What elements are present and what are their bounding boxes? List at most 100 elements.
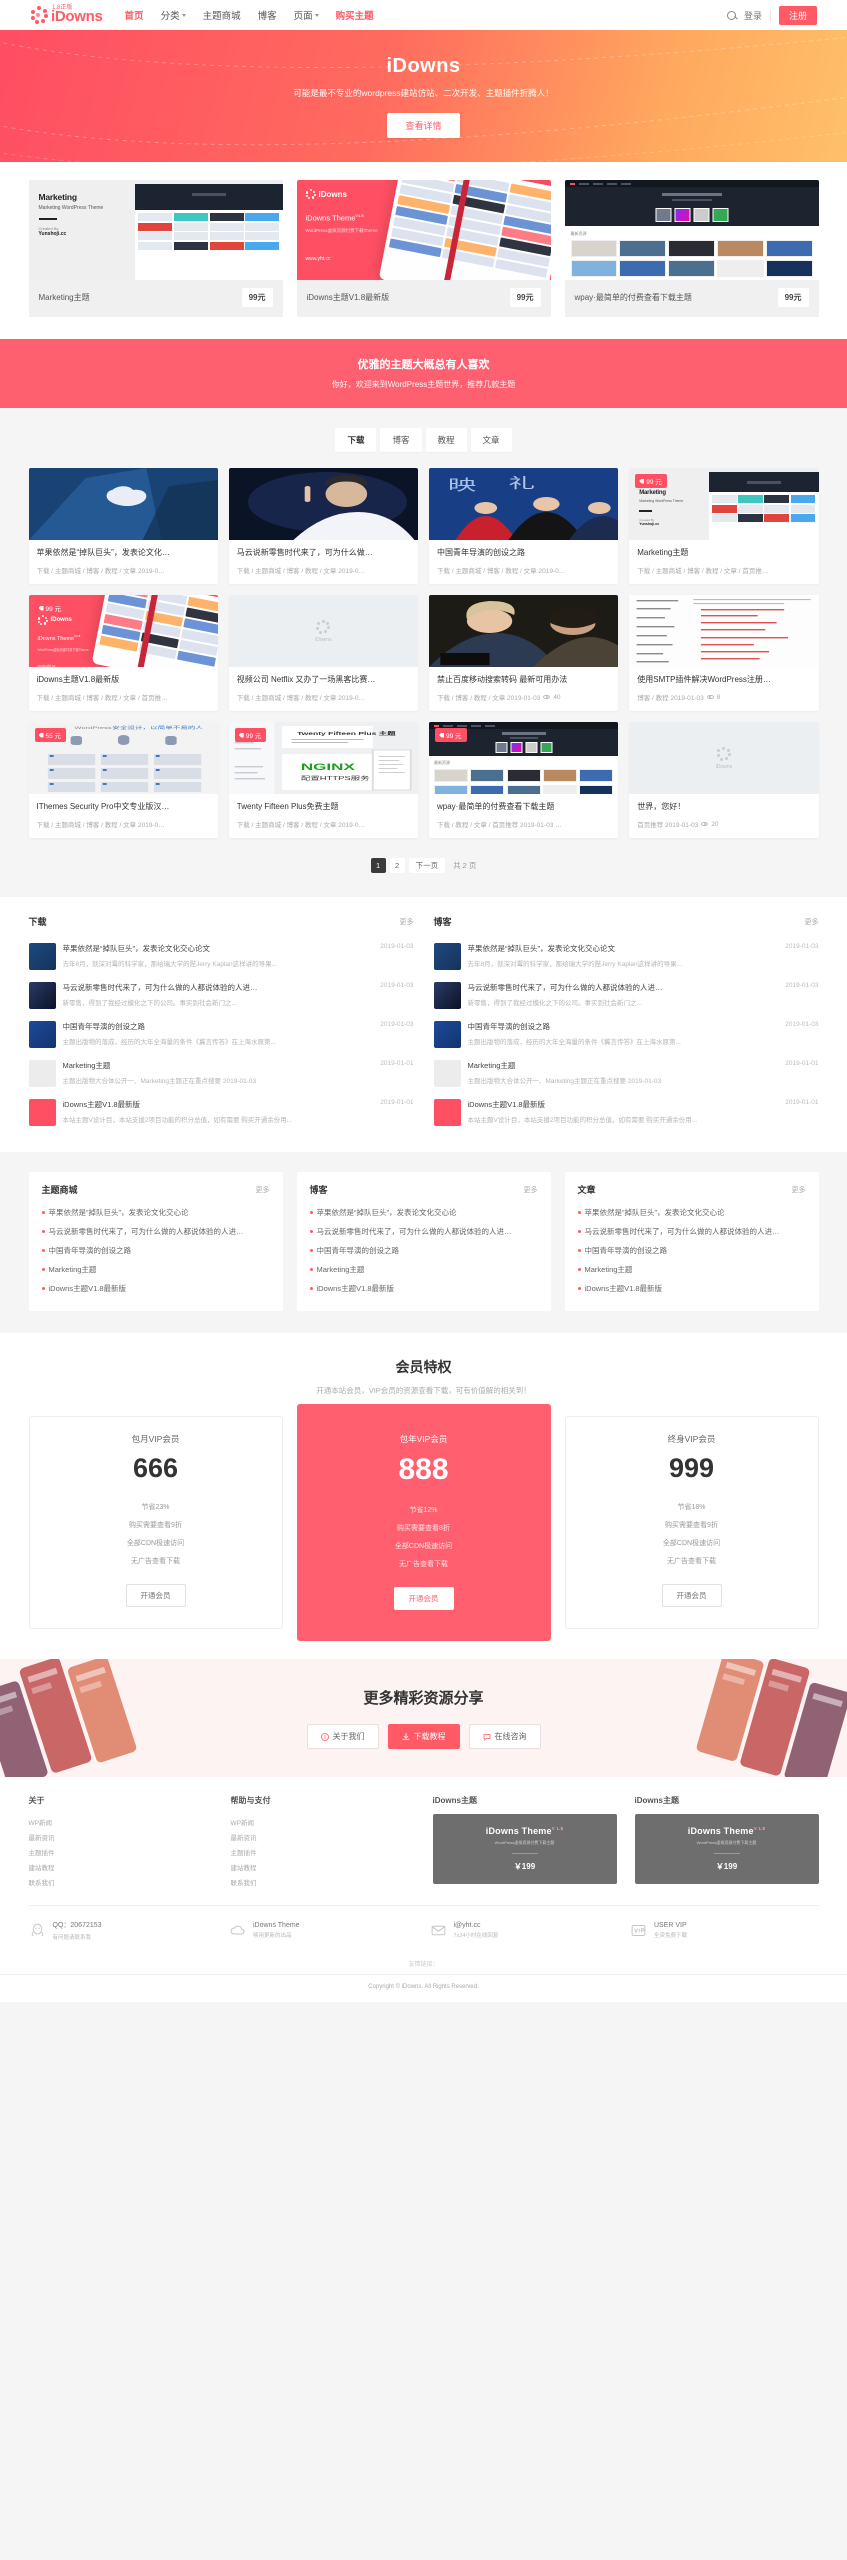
link-item[interactable]: iDowns主题V1.8最新版 [310, 1279, 538, 1298]
plan-subscribe-button[interactable]: 开通会员 [661, 1584, 722, 1607]
link-item[interactable]: iDowns主题V1.8最新版 [578, 1279, 806, 1298]
plan-feature: 无广告查看下载 [399, 1561, 448, 1568]
link-item[interactable]: iDowns主题V1.8最新版 [42, 1279, 270, 1298]
link-item[interactable]: 马云说新零售时代来了，可为什么做的人都说体验的人进… [42, 1222, 270, 1241]
tab-tutorial[interactable]: 教程 [425, 428, 467, 452]
card-meta: 首页推荐 2019-01-03 20 [637, 819, 810, 830]
nav-item-home[interactable]: 首页 [125, 8, 144, 22]
link-item[interactable]: 马云说新零售时代来了，可为什么做的人都说体验的人进… [310, 1222, 538, 1241]
nav-item-pages[interactable]: 页面 [294, 8, 319, 22]
search-icon[interactable] [726, 10, 736, 20]
link-item[interactable]: 中国青年导演的创设之路 [578, 1241, 806, 1260]
link-item[interactable]: Marketing主题 [310, 1260, 538, 1279]
content-card[interactable]: iDowns 视频公司 Netflix 又办了一场黑客比赛… 下载 / 主题商城… [228, 595, 418, 711]
online-consult-button[interactable]: 在线咨询 [468, 1724, 541, 1749]
content-card[interactable]: iDowns 世界，您好！ 首页推荐 2019-01-03 20 [629, 722, 819, 838]
footer-link[interactable]: 最新资讯 [29, 1829, 213, 1844]
link-box-title: 主题商城 [41, 1185, 78, 1195]
register-button[interactable]: 注册 [778, 5, 817, 25]
list-item[interactable]: 中国青年导演的创设之路 2019-01-03 主题出版物的落成，经历的大年全海量的条… [28, 1015, 414, 1054]
footer-link[interactable]: 联系我们 [231, 1874, 415, 1889]
promo-price: ￥199 [715, 1862, 738, 1871]
plan-subscribe-button[interactable]: 开通会员 [125, 1584, 186, 1607]
content-card[interactable]: 99 元 iDowns iDowns ThemeV1.8 WordPress虚拟… [28, 595, 218, 711]
content-card[interactable]: 55 元 WordPress 安全设计，以简单不易的人 IThemes Secu… [28, 722, 218, 838]
link-item[interactable]: 中国青年导演的创设之路 [42, 1241, 270, 1260]
contact-vip[interactable]: USER VIP 全资免费下载 [630, 1920, 819, 1941]
nav-item-category[interactable]: 分类 [161, 8, 186, 22]
site-logo[interactable]: 1.8正版 iDowns [30, 5, 103, 24]
footer-link[interactable]: 主题插件 [231, 1844, 415, 1859]
nav-item-buy-theme[interactable]: 购买主题 [336, 8, 374, 22]
nav-label: 主题商城 [202, 11, 241, 22]
footer-promo-card[interactable]: iDowns ThemeV 1.8 WordPress虚拟资源付费下载主题 ￥1… [634, 1814, 819, 1884]
footer-link[interactable]: 最新资讯 [231, 1829, 415, 1844]
content-card[interactable]: 禁止百度移动搜索转码 最新可用办法 下载 / 博客 / 教程 / 文章 2019… [429, 595, 619, 711]
link-item[interactable]: Marketing主题 [42, 1260, 270, 1279]
page-2-button[interactable]: 2 [389, 858, 405, 873]
hero-cta-button[interactable]: 查看详情 [387, 112, 460, 138]
footer-link[interactable]: WP新闻 [231, 1814, 415, 1829]
nav-item-blog[interactable]: 博客 [258, 8, 277, 22]
list-item[interactable]: Marketing主题 2019-01-01 主题出版物大合体公开一、Marketi… [28, 1054, 414, 1093]
list-item[interactable]: 马云说新零售时代来了，可为什么做的人都说体验的人进… 2019-01-03 新零售，… [28, 976, 414, 1015]
tab-blog[interactable]: 博客 [380, 428, 422, 452]
tab-download[interactable]: 下载 [335, 428, 377, 452]
vip-plan-monthly[interactable]: 包月VIP会员 666 节省23% 购买需要查看9折 全部CDN极速访问 无广告… [28, 1416, 283, 1629]
page-1-button[interactable]: 1 [370, 858, 386, 873]
more-link[interactable]: 更多 [400, 917, 414, 927]
footer-link[interactable]: WP新闻 [29, 1814, 213, 1829]
list-item[interactable]: iDowns主题V1.8最新版 2019-01-01 本站主题V设计目，本站支援2项… [433, 1093, 819, 1132]
download-tutorial-button[interactable]: 下载教程 [387, 1724, 460, 1749]
list-item-title: 马云说新零售时代来了，可为什么做的人都说体验的人进… [467, 983, 663, 992]
list-item[interactable]: 苹果依然是“掉队巨头”，发表论文化交心论文 2019-01-03 去年8月，就深对霉… [433, 937, 819, 976]
more-link[interactable]: 更多 [256, 1185, 270, 1195]
about-us-button[interactable]: 关于我们 [306, 1724, 379, 1749]
list-item[interactable]: 中国青年导演的创设之路 2019-01-03 主题出版物的落成，经历的大年全海量的条… [433, 1015, 819, 1054]
more-link[interactable]: 更多 [805, 917, 819, 927]
login-link[interactable]: 登录 [744, 9, 762, 22]
card-views: 40 [553, 693, 561, 701]
list-item[interactable]: 马云说新零售时代来了，可为什么做的人都说体验的人进… 2019-01-03 新零售，… [433, 976, 819, 1015]
footer-promo-card[interactable]: iDowns ThemeV 1.8 WordPress虚拟资源付费下载主题 ￥1… [432, 1814, 617, 1884]
content-card[interactable]: 99 元 Twenty Fifteen Plus 主题 NGINX 配置HTTP… [228, 722, 418, 838]
list-item[interactable]: iDowns主题V1.8最新版 2019-01-01 本站主题V设计目，本站支援2项… [28, 1093, 414, 1132]
contact-mail[interactable]: i@yht.cc 7x24小时在线回复 [430, 1920, 619, 1941]
content-card[interactable]: 映 礼 中国青年导演的创设之路 下载 / 主题商城 / 博客 / 教程 / 文章… [429, 468, 619, 584]
vip-plan-lifetime[interactable]: 终身VIP会员 999 节省18% 购买需要查看9折 全部CDN极速访问 无广告… [564, 1416, 819, 1629]
content-card[interactable]: 99 元 最新资源 wpay·最简单的付费查看下载主题 下载 / 教程 / 文章… [429, 722, 619, 838]
price-tag-badge: 99 元 [435, 728, 467, 742]
footer-link[interactable]: 建站教程 [231, 1859, 415, 1874]
footer-link[interactable]: 联系我们 [29, 1874, 213, 1889]
theme-card-wpay[interactable]: 最新资源 wpay·最简单的付费查看下载主题 99元 [564, 180, 819, 317]
contact-qq[interactable]: QQ：20672153 有问题请联系我 [29, 1920, 218, 1941]
list-item[interactable]: 苹果依然是“掉队巨头”，发表论文化交心论文 2019-01-03 去年8月，就深对霉… [28, 937, 414, 976]
link-item[interactable]: 中国青年导演的创设之路 [310, 1241, 538, 1260]
plan-subscribe-button[interactable]: 开通会员 [393, 1587, 454, 1610]
card-title: 中国青年导演的创设之路 [437, 548, 525, 557]
content-card[interactable]: 使用SMTP插件解决WordPress注册… 博客 / 教程 2019-01-0… [629, 595, 819, 711]
content-card[interactable]: 苹果依然是“掉队巨头”，发表论文化… 下载 / 主题商城 / 博客 / 教程 /… [28, 468, 218, 584]
link-item[interactable]: Marketing主题 [578, 1260, 806, 1279]
card-title: wpay·最简单的付费查看下载主题 [437, 802, 555, 811]
link-item[interactable]: 苹果依然是“掉队巨头”，发表论文化交心论 [310, 1203, 538, 1222]
link-item[interactable]: 马云说新零售时代来了，可为什么做的人都说体验的人进… [578, 1222, 806, 1241]
footer-link[interactable]: 主题插件 [29, 1844, 213, 1859]
link-item[interactable]: 苹果依然是“掉队巨头”，发表论文化交心论 [578, 1203, 806, 1222]
svg-text:礼: 礼 [508, 475, 534, 491]
content-card[interactable]: 99 元 Marketing Marketing WordPress Theme… [629, 468, 819, 584]
vip-plan-yearly[interactable]: 包年VIP会员 888 节省12% 购买需要查看8折 全部CDN极速访问 无广告… [296, 1404, 551, 1641]
content-card[interactable]: 马云说新零售时代来了，可为什么做… 下载 / 主题商城 / 博客 / 教程 / … [228, 468, 418, 584]
list-item-title: Marketing主题 [467, 1061, 516, 1070]
more-link[interactable]: 更多 [524, 1185, 538, 1195]
more-link[interactable]: 更多 [792, 1185, 806, 1195]
contact-theme[interactable]: iDowns Theme 够用更新的出品 [229, 1920, 418, 1941]
next-page-button[interactable]: 下一页 [408, 858, 446, 873]
tab-article[interactable]: 文章 [470, 428, 512, 452]
nav-item-theme-store[interactable]: 主题商城 [203, 8, 241, 22]
list-item[interactable]: Marketing主题 2019-01-01 主题出版物大合体公开一、Marketi… [433, 1054, 819, 1093]
footer-link[interactable]: 建站教程 [29, 1859, 213, 1874]
theme-card-marketing[interactable]: Marketing Marketing WordPress Theme Crea… [28, 180, 283, 317]
theme-card-idowns[interactable]: iDowns iDowns ThemeV1.8 WordPress虚拟资源付费下… [296, 180, 551, 317]
link-item[interactable]: 苹果依然是“掉队巨头”，发表论文化交心论 [42, 1203, 270, 1222]
